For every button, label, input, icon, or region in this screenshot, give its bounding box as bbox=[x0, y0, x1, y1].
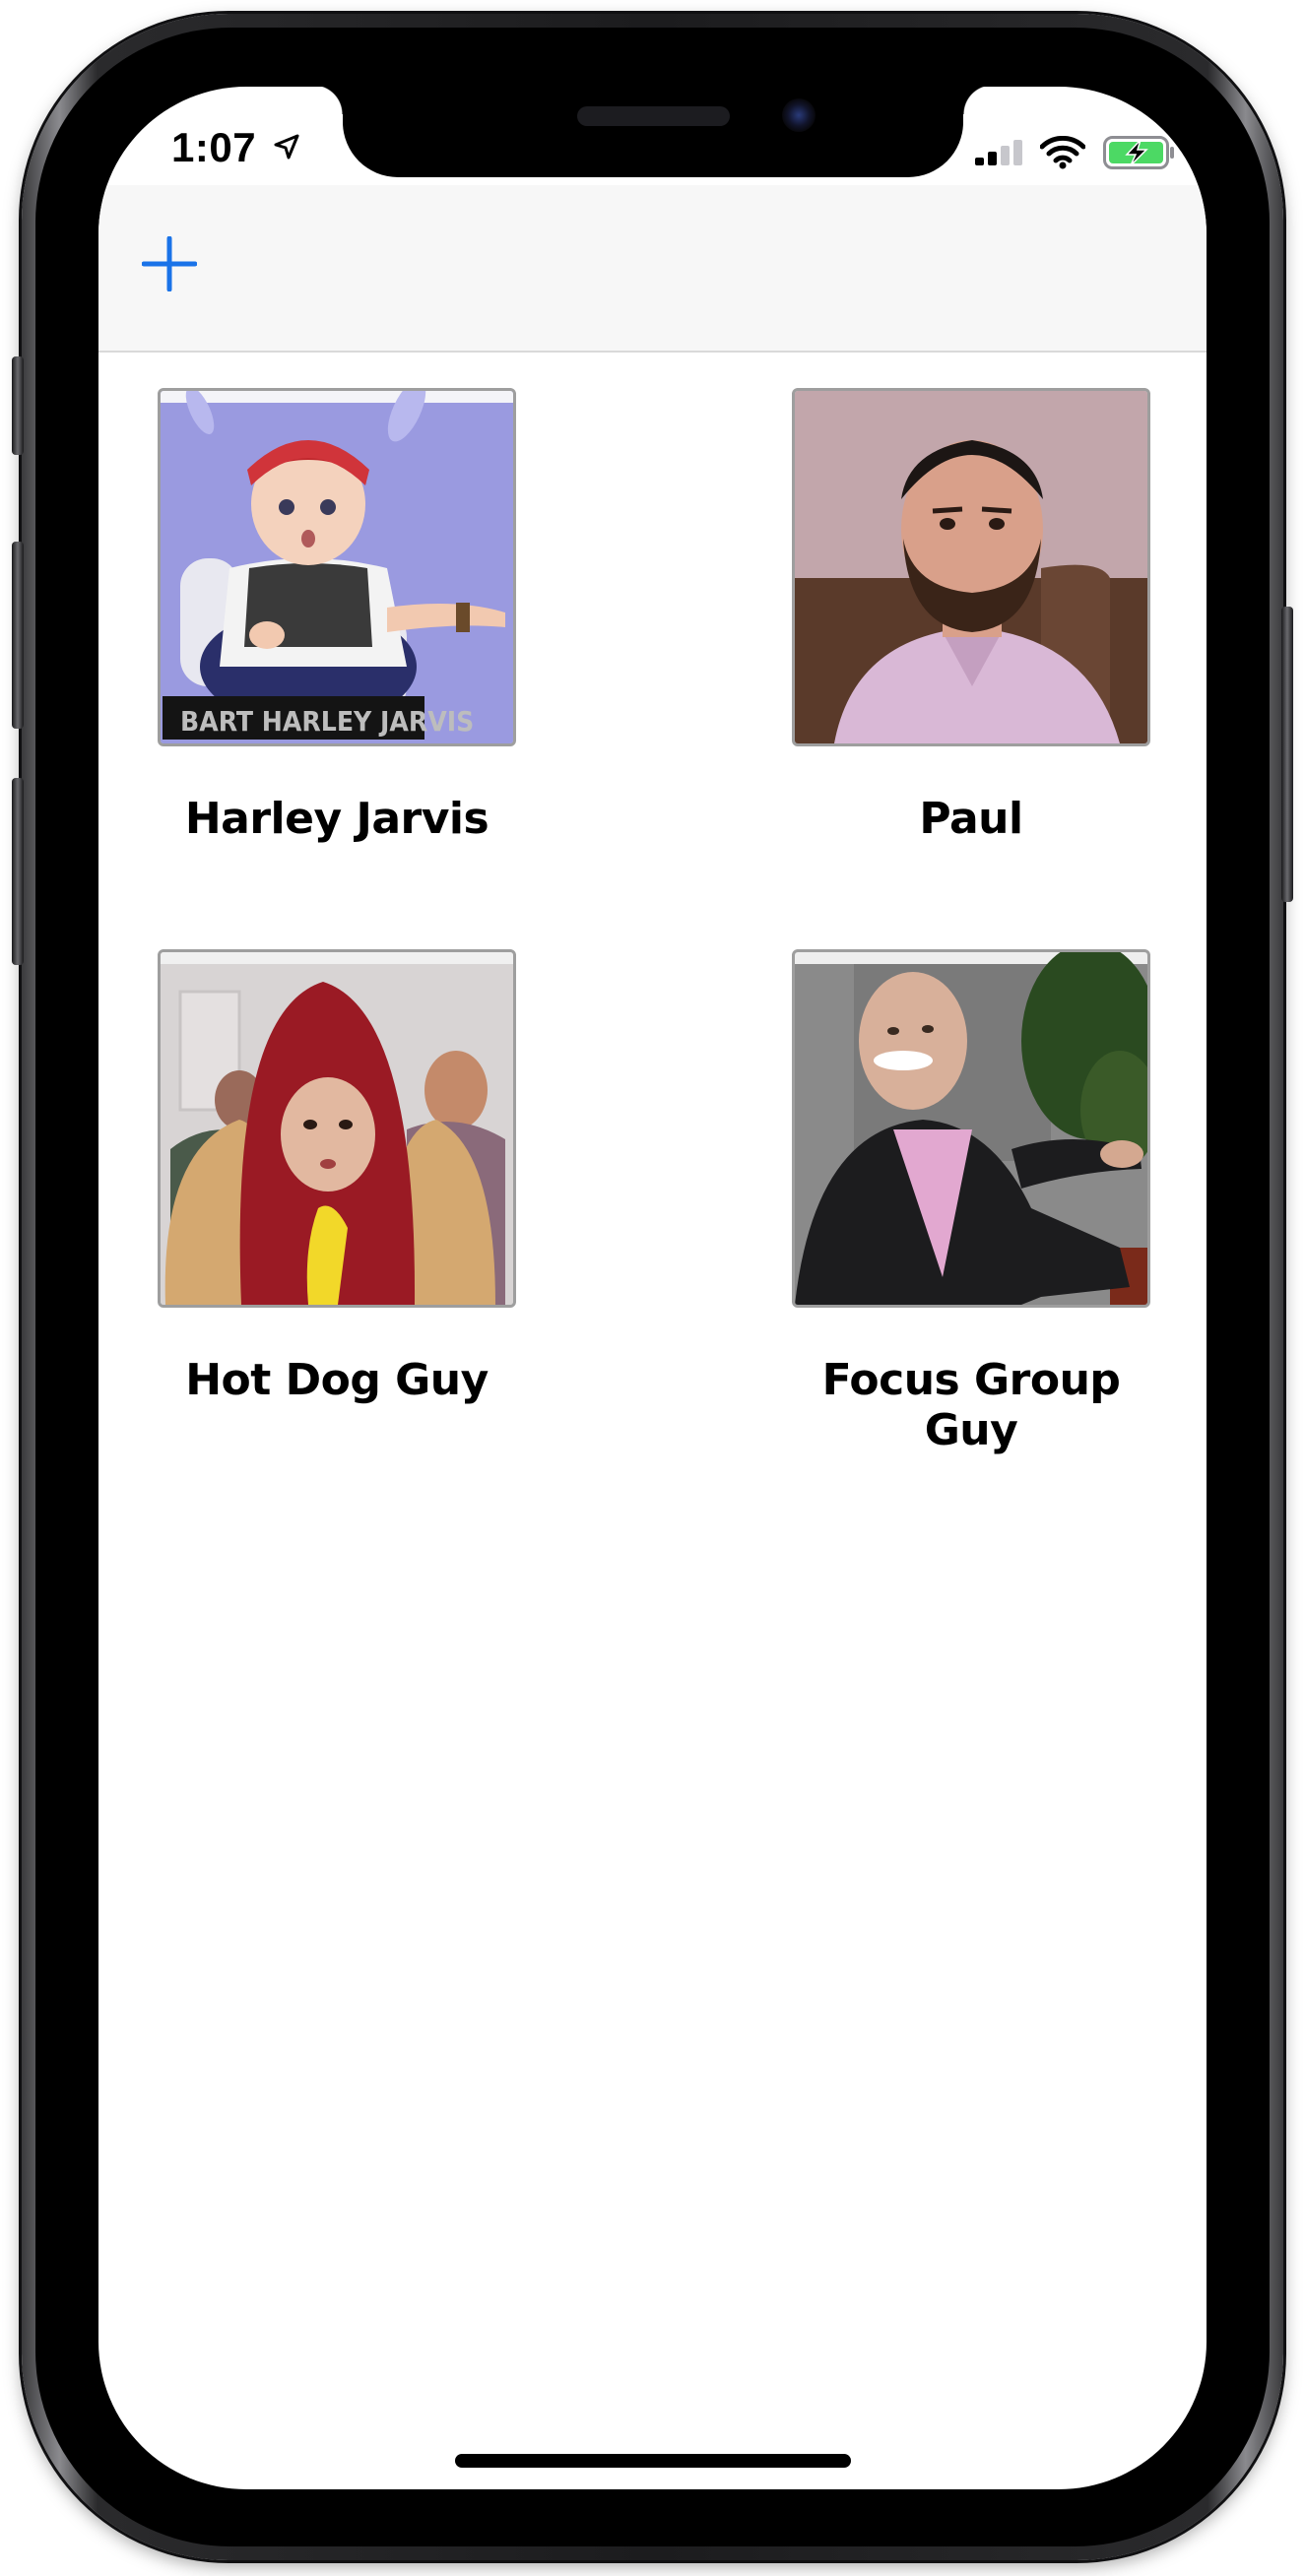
front-camera bbox=[782, 98, 816, 132]
character-thumbnail bbox=[158, 949, 516, 1308]
hotdog-photo bbox=[161, 952, 513, 1305]
paul-photo bbox=[795, 391, 1147, 743]
location-arrow-icon bbox=[274, 134, 299, 160]
character-name: Harley Jarvis bbox=[184, 794, 489, 844]
status-time: 1:07 bbox=[171, 124, 257, 170]
volume-down-button bbox=[12, 778, 24, 965]
character-thumbnail: BART HARLEY JARVIS bbox=[158, 388, 516, 746]
notch bbox=[313, 87, 993, 177]
battery-charging-icon bbox=[1103, 136, 1174, 169]
character-card[interactable]: BART HARLEY JARVIS Harley Jarvis bbox=[158, 388, 516, 844]
screen: 1:07 BART HARLEY JARVIS Harley Jarvis Pa… bbox=[98, 87, 1207, 2489]
wifi-icon bbox=[1040, 136, 1085, 169]
character-card[interactable]: Focus Group Guy bbox=[792, 949, 1150, 1455]
navigation-bar bbox=[98, 185, 1207, 353]
baby-photo: BART HARLEY JARVIS bbox=[161, 391, 513, 743]
earpiece-speaker bbox=[577, 106, 730, 126]
character-card[interactable]: Hot Dog Guy bbox=[158, 949, 516, 1405]
character-card[interactable]: Paul bbox=[792, 388, 1150, 844]
focus-group-photo bbox=[795, 952, 1147, 1305]
character-name: Focus Group Guy bbox=[821, 1355, 1121, 1455]
photo-caption-overlay: BART HARLEY JARVIS bbox=[180, 705, 474, 738]
power-button bbox=[1281, 607, 1293, 902]
plus-icon[interactable] bbox=[142, 236, 197, 291]
character-thumbnail bbox=[792, 388, 1150, 746]
character-name: Paul bbox=[919, 794, 1023, 844]
home-indicator[interactable] bbox=[455, 2454, 851, 2468]
character-thumbnail bbox=[792, 949, 1150, 1308]
character-name: Hot Dog Guy bbox=[185, 1355, 489, 1405]
volume-up-button bbox=[12, 542, 24, 729]
cellular-signal-icon bbox=[975, 140, 1022, 165]
silent-switch bbox=[12, 356, 24, 455]
